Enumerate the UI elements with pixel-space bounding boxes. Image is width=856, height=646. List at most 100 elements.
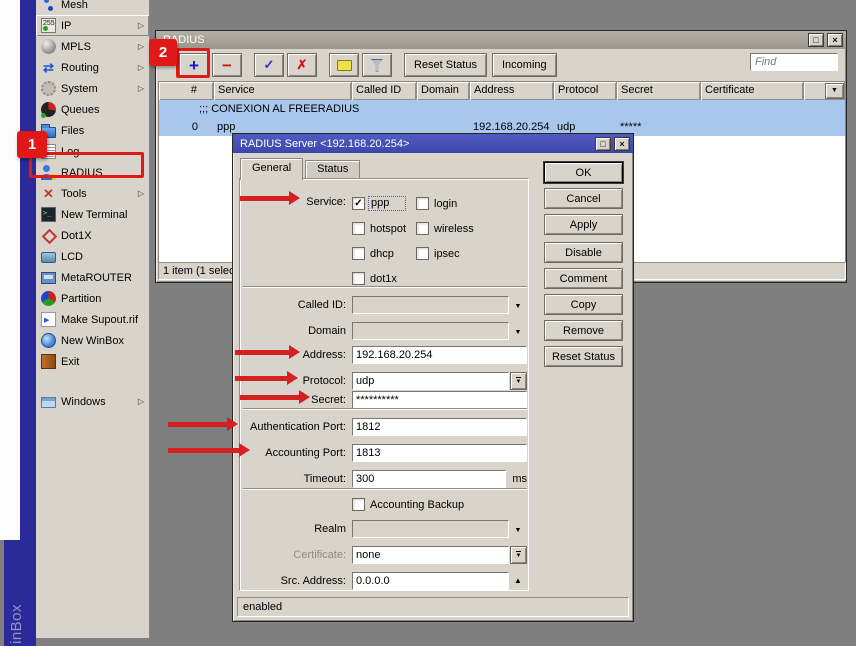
column-header-domain[interactable]: Domain <box>417 82 470 100</box>
copy-button[interactable]: Copy <box>544 294 623 315</box>
service-option-ppp[interactable]: ✓ppp <box>352 194 416 213</box>
service-option-wireless[interactable]: wireless <box>416 219 474 238</box>
cell-fill <box>804 125 845 129</box>
cancel-button[interactable]: Cancel <box>544 188 623 209</box>
dropdown-spin-icon[interactable]: ▼ <box>510 372 527 390</box>
tab-status[interactable]: Status <box>305 160 360 178</box>
src-address-label: Src. Address: <box>243 575 346 587</box>
separator <box>243 408 527 410</box>
ok-button[interactable]: OK <box>544 162 623 183</box>
column-header-address[interactable]: Address <box>470 82 554 100</box>
sidebar-item-exit[interactable]: Exit <box>36 351 149 372</box>
close-icon[interactable]: × <box>614 137 630 151</box>
sidebar-item-mesh[interactable]: Mesh <box>36 0 149 15</box>
accounting-backup-checkbox[interactable] <box>352 498 365 511</box>
remove-icon: − <box>222 57 232 74</box>
sidebar-item-dot1x[interactable]: Dot1X <box>36 225 149 246</box>
annotation-arrow-secret <box>240 395 299 400</box>
sidebar-item-make-supout-rif[interactable]: Make Supout.rif <box>36 309 149 330</box>
comment-text: ;;; CONEXION AL FREERADIUS <box>159 103 359 115</box>
sidebar-item-system[interactable]: System▷ <box>36 78 149 99</box>
checkbox-ipsec[interactable] <box>416 247 429 260</box>
terminal-icon <box>41 207 56 222</box>
certificate-input[interactable] <box>352 546 509 564</box>
service-option-ipsec[interactable]: ipsec <box>416 244 474 263</box>
src-address-input[interactable] <box>352 572 509 590</box>
service-option-login[interactable]: login <box>416 194 474 213</box>
apply-button[interactable]: Apply <box>544 214 623 235</box>
disable-button[interactable]: Disable <box>544 242 623 263</box>
chevron-up-icon[interactable]: ▲ <box>509 576 527 585</box>
checkbox-dhcp[interactable] <box>352 247 365 260</box>
sidebar-item-new-terminal[interactable]: New Terminal <box>36 204 149 225</box>
sidebar-item-ip[interactable]: IP▷ <box>36 15 149 36</box>
checkbox-ppp[interactable]: ✓ <box>352 197 365 210</box>
separator <box>243 488 527 490</box>
column-header-service[interactable]: Service <box>214 82 352 100</box>
authentication-port-input[interactable] <box>352 418 527 436</box>
called-id-input[interactable] <box>352 296 509 314</box>
sidebar-item-new-winbox[interactable]: New WinBox <box>36 330 149 351</box>
annotation-arrow-address <box>235 350 289 355</box>
address-input[interactable] <box>352 346 527 364</box>
find-input[interactable] <box>750 53 838 71</box>
column-header-secret[interactable]: Secret <box>617 82 701 100</box>
column-header-called-id[interactable]: Called ID <box>352 82 417 100</box>
realm-input[interactable] <box>352 520 509 538</box>
annotation-arrow-authentication-port <box>168 422 227 427</box>
sidebar-item-lcd[interactable]: LCD <box>36 246 149 267</box>
secret-input[interactable] <box>352 391 527 409</box>
checkbox-login[interactable] <box>416 197 429 210</box>
protocol-input[interactable] <box>352 372 509 390</box>
annotation-badge-2: 2 <box>149 39 177 66</box>
sidebar-item-queues[interactable]: Queues <box>36 99 149 120</box>
comment-button[interactable] <box>329 53 359 77</box>
radius-window-titlebar[interactable]: RADIUS □ × <box>156 31 846 49</box>
incoming-button[interactable]: Incoming <box>492 53 557 77</box>
dialog-titlebar[interactable]: RADIUS Server <192.168.20.254> □ × <box>233 134 633 153</box>
sidebar-item-routing[interactable]: ⇄Routing▷ <box>36 57 149 78</box>
column-header-certificate[interactable]: Certificate <box>701 82 804 100</box>
sidebar-item-tools[interactable]: ✕Tools▷ <box>36 183 149 204</box>
checkbox-wireless[interactable] <box>416 222 429 235</box>
checkbox-dot1x[interactable] <box>352 272 365 285</box>
sidebar-item-partition[interactable]: Partition <box>36 288 149 309</box>
submenu-arrow-icon: ▷ <box>138 42 144 51</box>
reset-status-toolbar-button[interactable]: Reset Status <box>404 53 487 77</box>
comment-button[interactable]: Comment <box>544 268 623 289</box>
sidebar-item-label: Windows <box>61 396 106 408</box>
chevron-down-icon[interactable]: ▼ <box>509 300 527 310</box>
disable-button[interactable]: ✗ <box>287 53 317 77</box>
maximize-icon[interactable]: □ <box>808 33 824 47</box>
maximize-icon[interactable]: □ <box>595 137 611 151</box>
partition-icon <box>41 291 56 306</box>
checkbox-hotspot[interactable] <box>352 222 365 235</box>
dialog-status-bar: enabled <box>237 597 629 617</box>
chevron-down-icon[interactable]: ▼ <box>509 524 527 534</box>
chevron-down-icon[interactable]: ▼ <box>509 326 527 336</box>
timeout-input[interactable] <box>352 470 506 488</box>
service-option-label: ipsec <box>434 248 460 260</box>
sidebar-item-files[interactable]: Files <box>36 120 149 141</box>
sidebar: MeshIP▷MPLS▷⇄Routing▷System▷QueuesFiles L… <box>36 0 150 638</box>
sidebar-item-metarouter[interactable]: MetaROUTER <box>36 267 149 288</box>
reset-status-button[interactable]: Reset Status <box>544 346 623 367</box>
filter-button[interactable] <box>362 53 392 77</box>
service-option-hotspot[interactable]: hotspot <box>352 219 416 238</box>
column-header-[interactable]: # <box>159 82 214 100</box>
column-header-protocol[interactable]: Protocol <box>554 82 617 100</box>
column-select-icon[interactable]: ▼ <box>825 83 844 99</box>
accounting-port-input[interactable] <box>352 444 527 462</box>
close-icon[interactable]: × <box>827 33 843 47</box>
table-row-comment[interactable]: ;;; CONEXION AL FREERADIUS <box>159 100 845 118</box>
tab-general[interactable]: General <box>240 158 303 180</box>
tab-label: Status <box>317 163 348 175</box>
remove-button[interactable]: − <box>212 53 242 77</box>
service-option-dhcp[interactable]: dhcp <box>352 244 416 263</box>
dropdown-spin-icon[interactable]: ▼ <box>510 546 527 564</box>
remove-button[interactable]: Remove <box>544 320 623 341</box>
domain-input[interactable] <box>352 322 509 340</box>
sidebar-item-windows[interactable]: Windows▷ <box>36 391 149 412</box>
enable-button[interactable]: ✓ <box>254 53 284 77</box>
sidebar-item-mpls[interactable]: MPLS▷ <box>36 36 149 57</box>
